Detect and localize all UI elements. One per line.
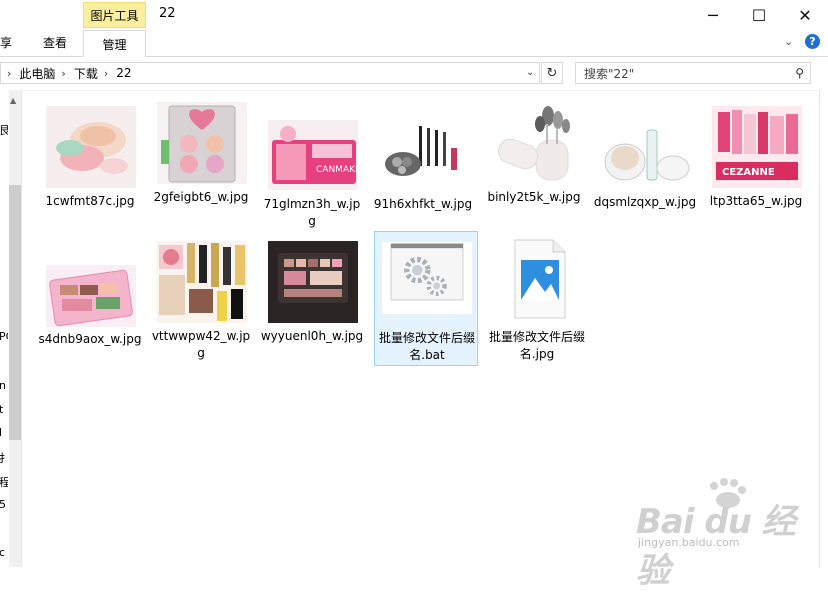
breadcrumb-this-pc[interactable]: 此电脑 — [19, 65, 55, 82]
file-item[interactable]: wyyuenl0h_w.jpg — [260, 241, 364, 375]
nav-item-fragment[interactable]: t — [0, 403, 8, 416]
file-name[interactable]: wyyuenl0h_w.jpg — [260, 328, 364, 345]
file-item[interactable]: 2gfeigbt6_w.jpg — [149, 102, 253, 236]
file-name[interactable]: dqsmlzqxp_w.jpg — [593, 194, 697, 211]
thumbnail-cezanne-products: CEZANNE — [712, 106, 802, 188]
file-name[interactable]: 2gfeigbt6_w.jpg — [149, 189, 253, 206]
nav-item-fragment[interactable]: n — [0, 379, 8, 392]
refresh-button[interactable]: ↻ — [541, 62, 563, 84]
file-item[interactable]: CEZANNE ltp3tta65_w.jpg — [704, 106, 808, 236]
file-name[interactable]: binly2t5k_w.jpg — [482, 189, 586, 206]
right-pane-edge — [819, 90, 828, 567]
batch-file-gear-icon — [382, 242, 472, 314]
file-name[interactable]: 批量修改文件后缀名.jpg — [485, 329, 589, 363]
title-bar: 图片工具 22 ─ ☐ ✕ — [0, 0, 828, 30]
nav-item-fragment[interactable]: l — [0, 426, 8, 439]
navigation-pane[interactable]: ▲ 艮 PC n t l 扌 程 5 c — [0, 90, 22, 567]
file-name[interactable]: vttwwpw42_w.jpg — [149, 328, 253, 362]
tab-share[interactable]: 享 — [0, 34, 12, 51]
file-item[interactable]: dqsmlzqxp_w.jpg — [593, 122, 697, 236]
search-input[interactable]: 搜索"22" ⚲ — [575, 62, 811, 84]
maximize-button[interactable]: ☐ — [736, 0, 782, 30]
breadcrumb-downloads[interactable]: 下载 — [74, 65, 98, 82]
svg-text:CANMAKE: CANMAKE — [316, 165, 358, 175]
baidu-jingyan-watermark: Bai du 经验 jingyan.baidu.com — [636, 478, 806, 591]
file-item-selected[interactable]: 批量修改文件后缀名.bat — [374, 231, 478, 366]
breadcrumb-folder-22[interactable]: 22 — [116, 66, 131, 80]
file-item[interactable]: CANMAKE 71glmzn3h_w.jpg — [260, 120, 364, 236]
close-button[interactable]: ✕ — [782, 0, 828, 30]
breadcrumb-separator[interactable]: › — [7, 67, 11, 80]
nav-scrollbar-thumb[interactable] — [9, 185, 21, 440]
file-name[interactable]: 1cwfmt87c.jpg — [38, 193, 142, 210]
file-item[interactable]: vttwwpw42_w.jpg — [149, 241, 253, 375]
address-dropdown-icon[interactable]: ⌄ — [526, 67, 534, 78]
image-file-icon — [493, 238, 583, 320]
minimize-button[interactable]: ─ — [690, 0, 736, 30]
tab-manage[interactable]: 管理 — [83, 30, 146, 57]
nav-item-fragment[interactable]: 艮 — [0, 122, 8, 138]
thumbnail-pink-palette — [46, 265, 136, 327]
thumbnail-dark-palette — [268, 241, 358, 323]
file-item[interactable]: s4dnb9aox_w.jpg — [38, 265, 142, 375]
file-name[interactable]: 批量修改文件后缀名.bat — [375, 330, 479, 364]
tab-view[interactable]: 查看 — [43, 34, 67, 51]
file-name[interactable]: s4dnb9aox_w.jpg — [38, 331, 142, 348]
breadcrumb-separator[interactable]: › — [61, 67, 65, 80]
search-icon[interactable]: ⚲ — [795, 66, 804, 80]
thumbnail-brush-holder — [490, 102, 580, 184]
thumbnail-cushion-compact — [601, 122, 691, 188]
thumbnail-canmake-box: CANMAKE — [268, 120, 358, 190]
file-name[interactable]: 71glmzn3h_w.jpg — [260, 196, 364, 230]
watermark-url: jingyan.baidu.com — [638, 536, 740, 549]
picture-tools-context-label[interactable]: 图片工具 — [83, 2, 146, 28]
help-icon[interactable]: ? — [805, 34, 820, 49]
address-bar[interactable]: › 此电脑 › 下载 › 22 ⌄ — [0, 62, 540, 84]
window-title: 22 — [159, 6, 176, 21]
thumbnail-heart-palette — [157, 102, 247, 184]
svg-text:CEZANNE: CEZANNE — [722, 167, 775, 178]
nav-item-fragment[interactable]: 5 — [0, 498, 8, 511]
nav-item-fragment[interactable]: c — [0, 546, 8, 559]
breadcrumb-separator[interactable]: › — [104, 67, 108, 80]
scroll-up-arrow-icon[interactable]: ▲ — [10, 96, 16, 105]
file-item[interactable]: binly2t5k_w.jpg — [482, 102, 586, 236]
search-placeholder: 搜索"22" — [584, 66, 635, 81]
file-item[interactable]: 1cwfmt87c.jpg — [38, 106, 142, 236]
file-item[interactable]: 批量修改文件后缀名.jpg — [485, 238, 589, 366]
file-item[interactable]: 91h6xhfkt_w.jpg — [371, 120, 475, 236]
ribbon-tabs: 享 查看 管理 ⌄ ? — [0, 30, 828, 57]
thumbnail-compact-powder — [46, 106, 136, 188]
file-name[interactable]: 91h6xhfkt_w.jpg — [371, 196, 475, 213]
thumbnail-eyeshadow-set — [379, 120, 469, 190]
ribbon-expand-icon[interactable]: ⌄ — [784, 35, 793, 48]
address-row: › 此电脑 › 下载 › 22 ⌄ ↻ 搜索"22" ⚲ — [0, 57, 828, 91]
nav-item-fragment[interactable]: 扌 — [0, 450, 8, 466]
nav-item-fragment[interactable]: PC — [0, 330, 8, 343]
nav-item-fragment[interactable]: 程 — [0, 474, 8, 490]
file-name[interactable]: ltp3tta65_w.jpg — [704, 193, 808, 210]
thumbnail-makeup-collection — [157, 241, 247, 323]
